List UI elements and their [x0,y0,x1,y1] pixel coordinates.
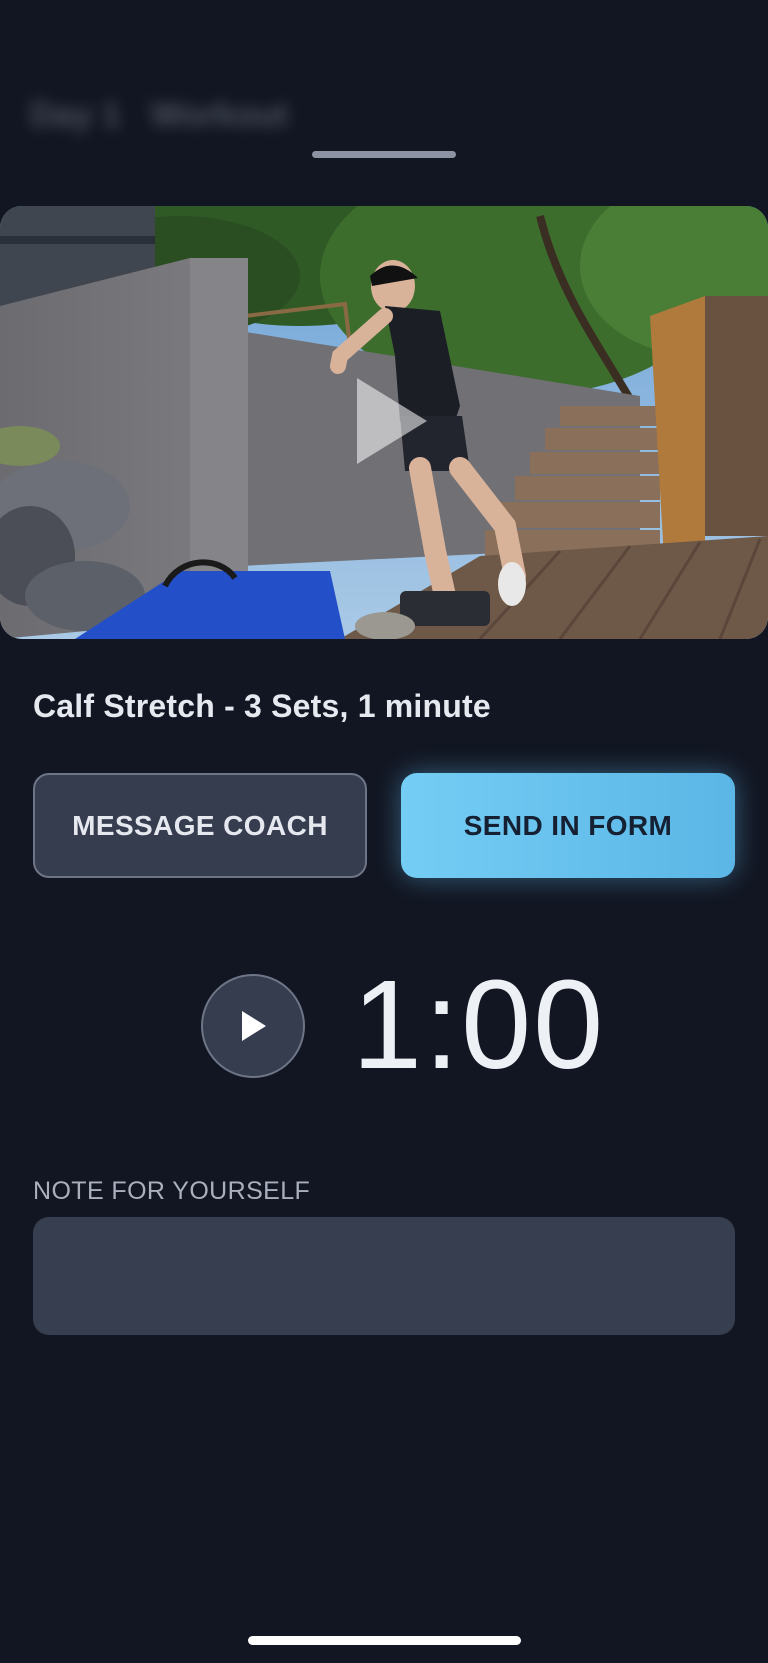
exercise-video[interactable] [0,206,768,639]
blurred-title-part1: Day 1 [30,96,121,134]
timer-play-button[interactable] [201,974,305,1078]
note-input[interactable] [33,1217,735,1335]
play-icon [242,1011,266,1041]
exercise-detail-screen: Day 1 Workout Calf Stretch - 3 Sets, 1 m… [0,0,768,1663]
blurred-title-part2: Workout [150,96,288,134]
home-indicator[interactable] [248,1636,521,1645]
exercise-title: Calf Stretch - 3 Sets, 1 minute [33,688,491,724]
video-thumbnail [0,206,768,639]
message-coach-button[interactable]: MESSAGE COACH [33,773,367,878]
note-label: NOTE FOR YOURSELF [33,1177,311,1205]
timer-value: 1:00 [352,954,606,1095]
sheet-drag-handle[interactable] [312,151,456,158]
blurred-header: Day 1 Workout [30,96,288,135]
send-in-form-button[interactable]: SEND IN FORM [401,773,735,878]
